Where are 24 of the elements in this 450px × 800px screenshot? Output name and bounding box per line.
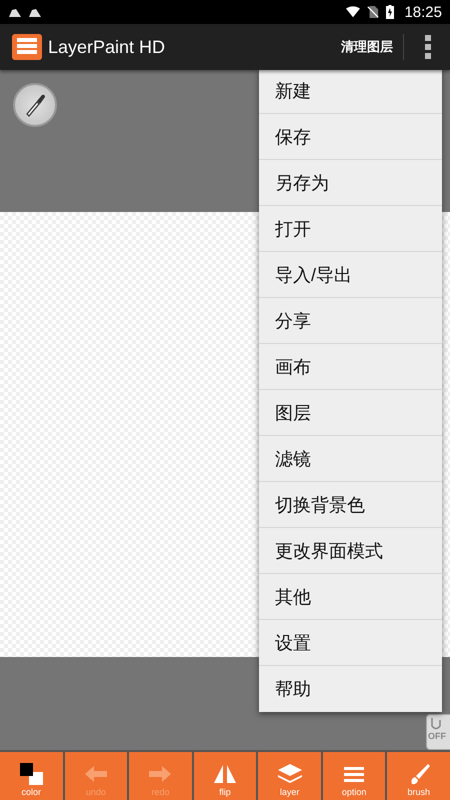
menu-item[interactable]: 滤镜 <box>259 436 442 482</box>
menu-item[interactable]: 分享 <box>259 298 442 344</box>
menu-item[interactable]: 新建 <box>259 68 442 114</box>
no-sim-icon <box>366 6 380 18</box>
status-time: 18:25 <box>404 4 442 20</box>
menu-item[interactable]: 设置 <box>259 620 442 666</box>
menu-item[interactable]: 帮助 <box>259 666 442 712</box>
wifi-icon <box>346 6 360 18</box>
app-title: LayerPaint HD <box>48 36 166 58</box>
menu-item[interactable]: 切换背景色 <box>259 482 442 528</box>
battery-icon <box>386 5 394 19</box>
menu-item[interactable]: 打开 <box>259 206 442 252</box>
notification-icon <box>8 6 22 18</box>
notification-icon <box>28 6 42 18</box>
menu-item[interactable]: 图层 <box>259 390 442 436</box>
menu-item[interactable]: 画布 <box>259 344 442 390</box>
menu-item[interactable]: 另存为 <box>259 160 442 206</box>
menu-item[interactable]: 保存 <box>259 114 442 160</box>
menu-item[interactable]: 更改界面模式 <box>259 528 442 574</box>
menu-item[interactable]: 导入/导出 <box>259 252 442 298</box>
clear-layer-button[interactable]: 清理图层 <box>335 32 399 62</box>
app-logo-icon <box>12 34 42 60</box>
menu-item[interactable]: 其他 <box>259 574 442 620</box>
eyedropper-button[interactable] <box>13 83 57 127</box>
